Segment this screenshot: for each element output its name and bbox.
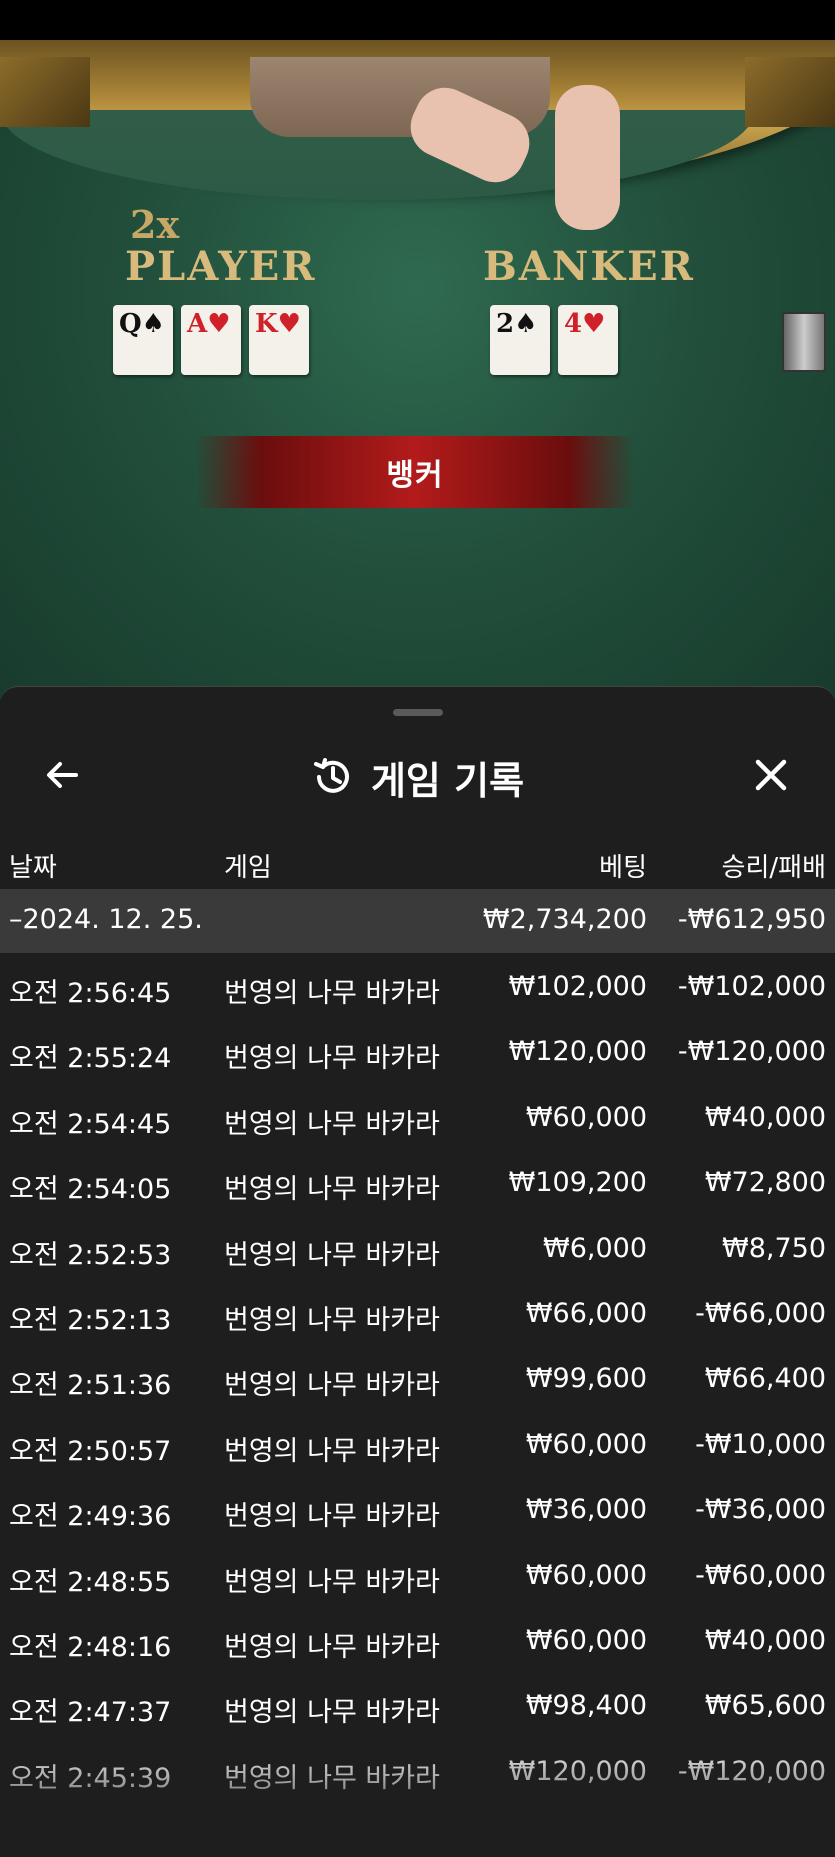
row-time: 오전 2:50:57 [9, 1435, 172, 1467]
column-header-game: 게임 [224, 853, 272, 883]
row-time: 오전 2:52:13 [9, 1304, 172, 1336]
banker-label: BANKER [483, 243, 695, 290]
row-game: 번영의 나무 바카라 [224, 1304, 440, 1336]
row-game: 번영의 나무 바카라 [224, 1174, 440, 1206]
row-bet: ₩102,000 [508, 971, 647, 1002]
row-time: 오전 2:48:55 [9, 1566, 172, 1598]
row-bet: ₩36,000 [525, 1494, 647, 1526]
dealer-right-hand [555, 85, 620, 230]
row-game: 번영의 나무 바카라 [224, 1762, 440, 1794]
sheet-title-group: 게임 기록 [0, 727, 835, 827]
column-header-date: 날짜 [9, 853, 57, 883]
row-time: 오전 2:47:37 [9, 1697, 172, 1729]
history-table-header: 날짜 게임 베팅 승리/패배 [0, 837, 835, 893]
row-game: 번영의 나무 바카라 [224, 1631, 440, 1663]
row-bet: ₩98,400 [525, 1690, 647, 1722]
table-corner-decoration-right [745, 57, 835, 127]
table-row[interactable]: 오전 2:45:39 번영의 나무 바카라 ₩120,000 -₩120,000 [0, 1738, 835, 1803]
close-button[interactable] [741, 745, 801, 805]
row-result: ₩40,000 [704, 1624, 826, 1656]
table-row[interactable]: 오전 2:52:13 번영의 나무 바카라 ₩66,000 -₩66,000 [0, 1280, 835, 1345]
close-icon [755, 759, 787, 791]
row-result: ₩65,600 [704, 1690, 826, 1722]
table-row[interactable]: 오전 2:49:36 번영의 나무 바카라 ₩36,000 -₩36,000 [0, 1476, 835, 1541]
row-result: ₩66,400 [704, 1363, 826, 1395]
summary-bet-total: ₩2,734,200 [482, 904, 647, 935]
player-cards: Q ♠ A ♥ K ♥ [113, 305, 309, 375]
row-bet: ₩60,000 [525, 1428, 647, 1460]
row-time: 오전 2:54:45 [9, 1108, 172, 1140]
banker-card-2: 4 ♥ [558, 305, 618, 375]
row-game: 번영의 나무 바카라 [224, 1501, 440, 1533]
row-result: -₩10,000 [695, 1428, 826, 1460]
row-bet: ₩6,000 [543, 1232, 647, 1264]
sheet-title: 게임 기록 [370, 758, 525, 803]
row-time: 오전 2:55:24 [9, 1043, 172, 1075]
row-bet: ₩120,000 [508, 1036, 647, 1068]
round-result-banner: 뱅커 [195, 436, 635, 508]
row-result: -₩66,000 [695, 1297, 826, 1329]
row-time: 오전 2:45:39 [9, 1762, 172, 1794]
player-card-2: A ♥ [181, 305, 241, 375]
game-history-sheet: 게임 기록 날짜 게임 베팅 승리/패배 –2024. 12. 25. ₩2,7… [0, 686, 835, 1857]
sheet-drag-handle[interactable] [393, 709, 443, 716]
row-time: 오전 2:56:45 [9, 978, 172, 1009]
row-result: -₩102,000 [677, 971, 826, 1002]
row-bet: ₩99,600 [525, 1363, 647, 1395]
table-row[interactable]: 오전 2:52:53 번영의 나무 바카라 ₩6,000 ₩8,750 [0, 1215, 835, 1280]
row-bet: ₩120,000 [508, 1755, 647, 1787]
history-rows: 오전 2:56:45 번영의 나무 바카라 ₩102,000 -₩102,000 오전 … [0, 953, 835, 1803]
summary-date: –2024. 12. 25. [9, 904, 203, 935]
player-card-1: Q ♠ [113, 305, 173, 375]
live-table-video: 2x PLAYER BANKER Q ♠ A ♥ K ♥ 2 ♠ 4 ♥ 뱅커 [0, 0, 835, 700]
banker-cards: 2 ♠ 4 ♥ [490, 305, 618, 375]
row-result: -₩120,000 [677, 1755, 826, 1787]
row-game: 번영의 나무 바카라 [224, 1239, 440, 1271]
row-bet: ₩60,000 [525, 1559, 647, 1591]
row-result: ₩72,800 [704, 1167, 826, 1199]
player-multiplier: 2x [130, 202, 180, 247]
row-time: 오전 2:51:36 [9, 1370, 172, 1402]
summary-result-total: -₩612,950 [677, 904, 826, 935]
row-game: 번영의 나무 바카라 [224, 978, 440, 1009]
row-result: -₩36,000 [695, 1494, 826, 1526]
card-shoe [782, 312, 826, 372]
row-bet: ₩60,000 [525, 1101, 647, 1133]
row-result: ₩40,000 [704, 1101, 826, 1133]
row-time: 오전 2:54:05 [9, 1174, 172, 1206]
history-icon [313, 758, 349, 793]
table-row[interactable]: 오전 2:56:45 번영의 나무 바카라 ₩102,000 -₩102,000 [0, 953, 835, 1018]
row-game: 번영의 나무 바카라 [224, 1108, 440, 1140]
row-bet: ₩66,000 [525, 1297, 647, 1329]
row-result: ₩8,750 [722, 1232, 826, 1264]
row-game: 번영의 나무 바카라 [224, 1566, 440, 1598]
player-card-3: K ♥ [249, 305, 309, 375]
table-row[interactable]: 오전 2:54:45 번영의 나무 바카라 ₩60,000 ₩40,000 [0, 1084, 835, 1149]
table-row[interactable]: 오전 2:48:55 번영의 나무 바카라 ₩60,000 -₩60,000 [0, 1542, 835, 1607]
row-bet: ₩60,000 [525, 1624, 647, 1656]
table-row[interactable]: 오전 2:54:05 번영의 나무 바카라 ₩109,200 ₩72,800 [0, 1149, 835, 1214]
table-row[interactable]: 오전 2:55:24 번영의 나무 바카라 ₩120,000 -₩120,000 [0, 1018, 835, 1083]
row-bet: ₩109,200 [508, 1167, 647, 1199]
table-corner-decoration-left [0, 57, 90, 127]
table-row[interactable]: 오전 2:50:57 번영의 나무 바카라 ₩60,000 -₩10,000 [0, 1411, 835, 1476]
row-game: 번영의 나무 바카라 [224, 1435, 440, 1467]
table-row[interactable]: 오전 2:48:16 번영의 나무 바카라 ₩60,000 ₩40,000 [0, 1607, 835, 1672]
row-result: -₩120,000 [677, 1036, 826, 1068]
row-time: 오전 2:49:36 [9, 1501, 172, 1533]
table-row[interactable]: 오전 2:47:37 번영의 나무 바카라 ₩98,400 ₩65,600 [0, 1672, 835, 1737]
row-game: 번영의 나무 바카라 [224, 1370, 440, 1402]
table-row[interactable]: 오전 2:51:36 번영의 나무 바카라 ₩99,600 ₩66,400 [0, 1345, 835, 1410]
row-game: 번영의 나무 바카라 [224, 1043, 440, 1075]
row-game: 번영의 나무 바카라 [224, 1697, 440, 1729]
column-header-result: 승리/패배 [721, 853, 826, 883]
date-summary-row[interactable]: –2024. 12. 25. ₩2,734,200 -₩612,950 [0, 889, 835, 953]
banker-card-1: 2 ♠ [490, 305, 550, 375]
row-time: 오전 2:48:16 [9, 1631, 172, 1663]
row-time: 오전 2:52:53 [9, 1239, 172, 1271]
player-label: PLAYER [125, 243, 317, 290]
column-header-bet: 베팅 [599, 853, 647, 883]
sheet-header: 게임 기록 [0, 727, 835, 837]
row-result: -₩60,000 [695, 1559, 826, 1591]
